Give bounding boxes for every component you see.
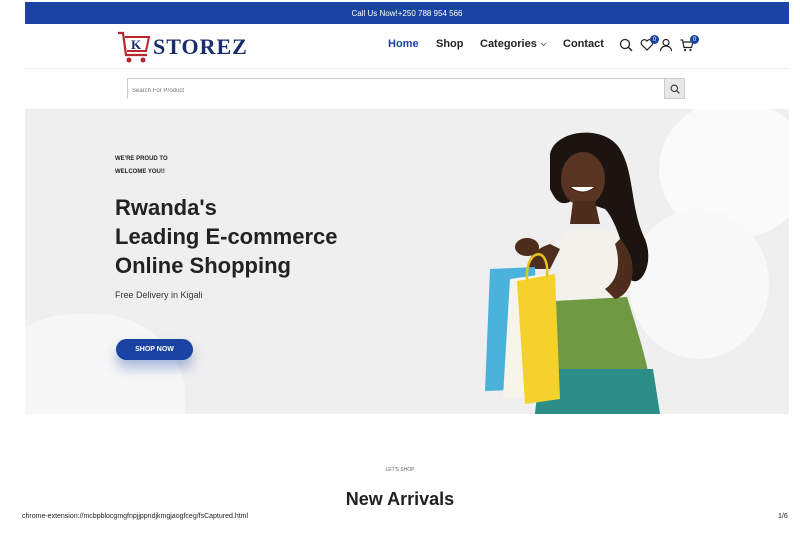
wishlist-count-badge: 0 — [650, 35, 659, 44]
brand-name: STOREZ — [153, 34, 248, 59]
call-us-text: Call Us Now!+250 788 954 566 — [351, 8, 463, 18]
nav-home[interactable]: Home — [388, 38, 419, 50]
nav-categories-label: Categories — [480, 38, 537, 50]
hero-headline-line-1: Rwanda's — [115, 195, 217, 220]
hero-kicker: WE'RE PROUD TO WELCOME YOU!! — [115, 153, 168, 179]
logo-k-letter: K — [131, 37, 142, 52]
shop-now-button[interactable]: SHOP NOW — [116, 339, 193, 360]
hero-subtitle: Free Delivery in Kigali — [115, 290, 203, 300]
hero-model-image — [485, 132, 660, 414]
search-input[interactable] — [128, 81, 664, 101]
site-header: K STOREZ Home Shop Categories Contact 0 … — [25, 24, 789, 69]
nav-categories[interactable]: Categories — [480, 38, 547, 50]
hero-headline: Rwanda's Leading E-commerce Online Shopp… — [115, 193, 338, 280]
section-title: New Arrivals — [345, 489, 455, 509]
hero-kicker-line-1: WE'RE PROUD TO — [115, 156, 168, 162]
decorative-blob — [25, 314, 185, 414]
site-logo[interactable]: K STOREZ — [117, 28, 248, 66]
print-page-number: 1/6 — [778, 513, 788, 520]
search-icon — [670, 84, 680, 94]
cart-count-badge: 0 — [690, 35, 699, 44]
hero-banner: WE'RE PROUD TO WELCOME YOU!! Rwanda's Le… — [25, 109, 789, 414]
product-search-bar — [127, 78, 685, 101]
chevron-down-icon — [540, 42, 547, 46]
search-submit-button[interactable] — [664, 79, 684, 98]
nav-contact[interactable]: Contact — [563, 38, 604, 50]
cart-logo-icon: K — [117, 29, 151, 65]
nav-shop[interactable]: Shop — [436, 38, 464, 50]
hero-headline-line-3: Online Shopping — [115, 253, 291, 278]
search-icon[interactable] — [619, 38, 635, 54]
top-announcement-bar: Call Us Now!+250 788 954 566 — [25, 2, 789, 24]
print-footer-url: chrome-extension://mcbpblocgmgfnpjjppndj… — [22, 513, 249, 520]
hero-headline-line-2: Leading E-commerce — [115, 224, 338, 249]
section-kicker: LET'S SHOP — [385, 467, 415, 473]
hero-kicker-line-2: WELCOME YOU!! — [115, 169, 165, 175]
user-icon[interactable] — [659, 38, 675, 54]
